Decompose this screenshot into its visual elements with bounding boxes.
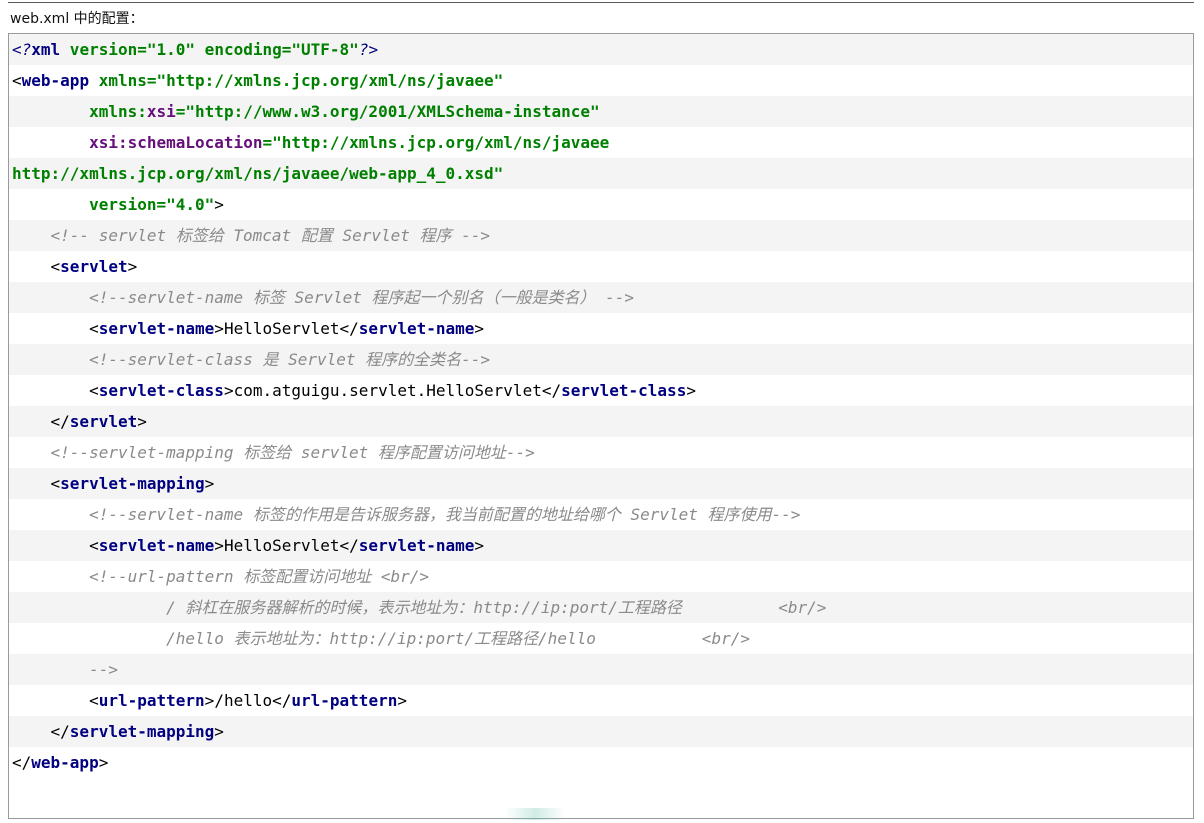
code-line-17: <servlet-name>HelloServlet</servlet-name…: [9, 530, 1193, 561]
code-line-2: <web-app xmlns="http://xmlns.jcp.org/xml…: [12, 71, 504, 90]
code-line-12: <servlet-class>com.atguigu.servlet.Hello…: [89, 381, 696, 400]
code-line-21: -->: [9, 654, 1193, 685]
code-line-15: <servlet-mapping>: [9, 468, 1193, 499]
section-heading: web.xml 中的配置：: [10, 11, 144, 27]
top-rule: [8, 2, 1194, 3]
code-line-14: <!--servlet-mapping 标签给 servlet 程序配置访问地址…: [50, 443, 535, 462]
code-line-23: </servlet-mapping>: [9, 716, 1193, 747]
code-line-3: xmlns:xsi="http://www.w3.org/2001/XMLSch…: [9, 96, 1193, 127]
code-line-4: xsi:schemaLocation="http://xmlns.jcp.org…: [89, 133, 610, 152]
code-line-7: <!-- servlet 标签给 Tomcat 配置 Servlet 程序 --…: [9, 220, 1193, 251]
code-line-6: version="4.0">: [89, 195, 224, 214]
code-line-5: http://xmlns.jcp.org/xml/ns/javaee/web-a…: [9, 158, 1193, 189]
code-line-19: / 斜杠在服务器解析的时候，表示地址为：http://ip:port/工程路径 …: [9, 592, 1193, 623]
code-line-10: <servlet-name>HelloServlet</servlet-name…: [89, 319, 485, 338]
code-line-8: <servlet>: [50, 257, 138, 276]
code-line-13: </servlet>: [9, 406, 1193, 437]
code-line-24: </web-app>: [12, 753, 109, 772]
code-line-16: <!--servlet-name 标签的作用是告诉服务器，我当前配置的地址给哪个…: [89, 505, 801, 524]
code-line-9: <!--servlet-name 标签 Servlet 程序起一个别名（一般是类…: [9, 282, 1193, 313]
code-line-18: <!--url-pattern 标签配置访问地址 <br/>: [89, 567, 429, 586]
code-line-11: <!--servlet-class 是 Servlet 程序的全类名-->: [9, 344, 1193, 375]
code-line-20: /hello 表示地址为：http://ip:port/工程路径/hello <…: [166, 629, 750, 648]
code-line-1: <?xml version="1.0" encoding="UTF-8"?>: [9, 34, 1193, 65]
code-line-22: <url-pattern>/hello</url-pattern>: [89, 691, 407, 710]
code-block: <?xml version="1.0" encoding="UTF-8"?> <…: [8, 33, 1194, 819]
